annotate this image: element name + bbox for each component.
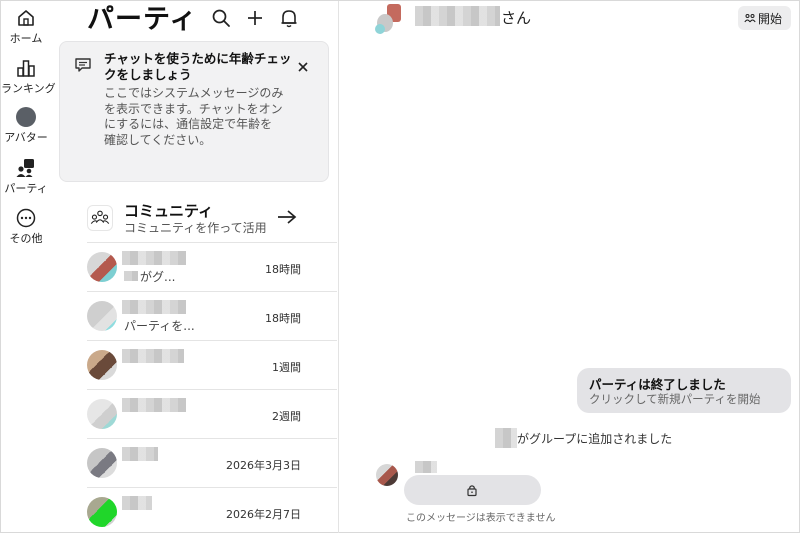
party-icon [16,159,34,177]
nav-label-home: ホーム [9,32,43,45]
community-icon [87,205,113,231]
list-item[interactable]: 2026年3月3日 [87,438,337,487]
hidden-message-bubble[interactable] [404,475,541,505]
nav-item-home[interactable]: ホーム [1,7,51,46]
blurred-username [495,428,517,448]
nav-label-ranking: ランキング [1,82,56,95]
lock-icon [467,485,477,497]
list-item[interactable]: 1週間 [87,340,337,389]
row-preview: パーティを... [124,319,195,333]
start-party-button[interactable]: 開始 [738,6,791,30]
page-title: パーティ [87,4,198,35]
arrow-right-icon [278,210,297,224]
hidden-message-note: このメッセージは表示できません [406,513,556,524]
row-time: 18時間 [265,263,301,276]
list-item[interactable]: 2026年2月7日 [87,487,337,533]
more-icon [16,208,36,228]
system-message: がグループに追加されました [517,432,673,446]
bell-icon[interactable] [278,7,300,29]
party-list: がグ... 18時間 パーティを... 18時間 1週間 2週間 2026年3月… [87,242,337,533]
chat-panel: さん 開始 パーティは終了しました クリックして新規パーティを開始 がグループに… [340,1,800,533]
blurred-name [122,300,186,314]
age-check-notice: チャットを使うために年齢チェックをしましょう ここではシステムメッセージのみを表… [59,41,329,182]
community-entry[interactable]: コミュニティ コミュニティを作って活用 [87,195,337,241]
chat-header-name [415,6,500,26]
party-panel: パーティ チャットを使うために年齢チェックをしましょう ここではシステムメッセー… [51,1,339,533]
chat-header-avatar [375,4,405,34]
nav-item-more[interactable]: その他 [1,207,51,246]
row-time: 2026年2月7日 [226,508,301,521]
chat-header-suffix: さん [501,9,532,27]
nav-label-more: その他 [9,232,43,245]
nav-item-ranking[interactable]: ランキング [1,57,56,96]
add-icon[interactable] [244,7,266,29]
blurred-name [122,398,186,412]
nav-item-party[interactable]: パーティ [1,157,51,196]
party-ended-card[interactable]: パーティは終了しました クリックして新規パーティを開始 [577,368,791,413]
avatar [87,448,117,478]
blurred-name [122,251,186,265]
avatar [16,107,36,127]
ranking-icon [17,60,35,77]
notice-body: ここではシステムメッセージのみを表示できます。チャットをオンにするには、通信設定… [104,86,284,147]
message-avatar [376,464,398,486]
nav-label-party: パーティ [4,182,48,195]
party-ended-subtitle: クリックして新規パーティを開始 [589,392,761,406]
home-icon [18,10,34,26]
app-window: ホーム ランキング アバター パーティ その他 パーティ チャットを使うために年… [0,0,800,533]
community-subtitle: コミュニティを作って活用 [124,221,267,235]
avatar [87,252,117,282]
people-icon [744,14,756,23]
community-title: コミュニティ [124,202,214,220]
side-nav: ホーム ランキング アバター パーティ その他 [1,1,56,533]
blurred-name-part [124,271,138,281]
list-item[interactable]: がグ... 18時間 [87,242,337,291]
blurred-name [122,447,158,461]
close-icon[interactable] [296,60,310,74]
blurred-sender-name [415,461,437,473]
row-time: 2026年3月3日 [226,459,301,472]
chat-bubble-icon [75,58,91,72]
avatar [87,301,117,331]
row-preview: がグ... [140,270,176,284]
row-time: 2週間 [272,410,301,423]
list-item[interactable]: パーティを... 18時間 [87,291,337,340]
notice-title: チャットを使うために年齢チェックをしましょう [104,51,292,82]
avatar [87,399,117,429]
row-time: 18時間 [265,312,301,325]
avatar [87,350,117,380]
blurred-name [122,496,152,510]
nav-label-avatar: アバター [4,131,48,144]
nav-item-avatar[interactable]: アバター [1,107,51,145]
search-icon[interactable] [210,7,232,29]
row-time: 1週間 [272,361,301,374]
blurred-name [122,349,184,363]
start-party-label: 開始 [758,12,783,26]
avatar [87,497,117,527]
list-item[interactable]: 2週間 [87,389,337,438]
